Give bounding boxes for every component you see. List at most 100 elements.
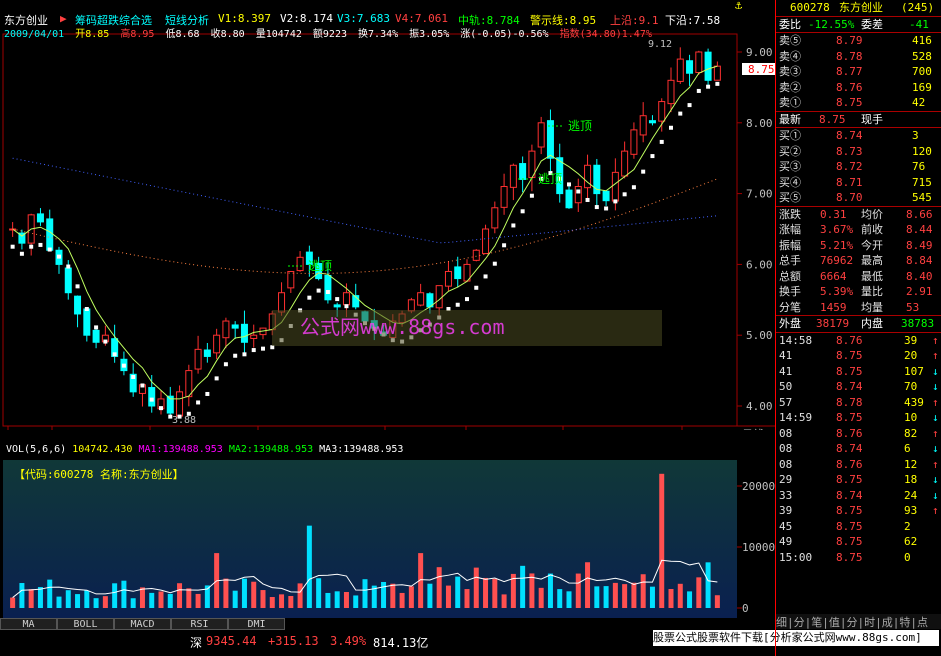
tab-rsi[interactable]: RSI xyxy=(171,618,228,630)
bar-low: 低8.68 xyxy=(165,29,200,40)
buy-row[interactable]: 买② 8.73 120 xyxy=(776,144,941,160)
volume-bar xyxy=(585,562,591,608)
candle-body xyxy=(454,266,462,280)
volume-bar xyxy=(84,590,90,608)
tick-list[interactable]: 14:58 8.76 39 ↑ 41 8.75 20 ↑ 41 8.75 107 ↓ 50 8.74 70 ↓… xyxy=(776,333,941,566)
price-axis-label: 5.00 xyxy=(746,329,773,342)
sell-price: 8.75 xyxy=(836,96,863,109)
volume-bar xyxy=(130,598,136,608)
support-dot xyxy=(650,154,655,159)
candle-body xyxy=(639,115,647,136)
stat-value-2: 8.40 xyxy=(906,269,933,283)
tick-row[interactable]: 14:59 8.75 10 ↓ xyxy=(776,410,941,426)
tick-row[interactable]: 08 8.76 82 ↑ xyxy=(776,426,941,442)
volume-bar xyxy=(353,595,359,608)
tick-row[interactable]: 45 8.75 2 xyxy=(776,519,941,535)
tick-row[interactable]: 14:58 8.76 39 ↑ xyxy=(776,333,941,349)
bar-index: 指数(34.80)1.47% xyxy=(559,29,652,40)
candle-body xyxy=(472,249,480,261)
volume-bar xyxy=(575,573,581,608)
kline-chart[interactable]: 9.00 8.00 7.00 6.00 5.00 4.00 8.75 公式网www.88gs.… xyxy=(0,0,775,430)
index-amount: 814.13亿 xyxy=(373,636,429,650)
sell-row[interactable]: 卖② 8.76 169 xyxy=(776,80,941,96)
support-dot xyxy=(131,374,136,379)
support-dot xyxy=(316,288,321,293)
tick-row[interactable]: 33 8.74 24 ↓ xyxy=(776,488,941,504)
tick-row[interactable]: 15:00 8.75 0 xyxy=(776,550,941,566)
stat-label-2: 最低 xyxy=(861,269,883,283)
tick-price: 8.75 xyxy=(836,411,863,424)
stat-row[interactable]: 总手 76962 最高 8.84 xyxy=(776,253,941,269)
stat-row[interactable]: 分笔 1459 均量 53 xyxy=(776,300,941,316)
buy-row[interactable]: 买③ 8.72 76 xyxy=(776,159,941,175)
buy-row[interactable]: 买④ 8.71 715 xyxy=(776,175,941,191)
volume-bar xyxy=(28,589,34,608)
time-axis-label: 04 xyxy=(684,428,698,430)
stat-row[interactable]: 振幅 5.21% 今开 8.49 xyxy=(776,238,941,254)
sell-row[interactable]: 卖① 8.75 42 xyxy=(776,95,941,111)
stat-row[interactable]: 涨跌 0.31 均价 8.66 xyxy=(776,207,941,223)
sell-vol: 416 xyxy=(912,34,932,47)
buy-label: 买③ xyxy=(779,160,801,173)
v3-value: V3:7.683 xyxy=(337,12,390,25)
tick-time: 50 xyxy=(779,380,793,393)
tick-row[interactable]: 41 8.75 107 ↓ xyxy=(776,364,941,380)
watermark-text: 公式网www.88gs.com xyxy=(300,315,505,339)
tick-time: 57 xyxy=(779,395,793,409)
support-dot xyxy=(567,182,571,187)
sell-price: 8.79 xyxy=(836,34,863,47)
tick-row[interactable]: 08 8.76 12 ↑ xyxy=(776,457,941,473)
stat-value-2: 8.84 xyxy=(906,254,933,267)
tick-row[interactable]: 39 8.75 93 ↑ xyxy=(776,503,941,519)
anchor-icon[interactable]: ⚓ xyxy=(735,0,742,12)
stat-row[interactable]: 换手 5.39% 量比 2.91 xyxy=(776,284,941,300)
buy-row[interactable]: 买⑤ 8.70 545 xyxy=(776,190,941,206)
index-change: +315.13 xyxy=(268,634,319,648)
tick-row[interactable]: 50 8.74 70 ↓ xyxy=(776,379,941,395)
support-dot xyxy=(492,261,497,266)
price-axis-label: 4.00 xyxy=(746,400,773,413)
tick-time: 49 xyxy=(779,535,793,548)
tick-row[interactable]: 29 8.75 18 ↓ xyxy=(776,472,941,488)
volume-bar xyxy=(167,593,173,608)
tick-footer[interactable]: 细|分|笔|值|分|时|成|特|点 xyxy=(776,614,941,629)
volume-bar xyxy=(37,587,43,608)
support-dot xyxy=(121,363,126,368)
tick-row[interactable]: 57 8.78 439 ↑ xyxy=(776,395,941,411)
tick-dir: ↓ xyxy=(932,380,939,393)
support-dot xyxy=(10,244,15,249)
volume-bar xyxy=(622,584,628,608)
candle-body xyxy=(630,129,638,155)
buy-label: 买⑤ xyxy=(779,191,801,204)
support-dot xyxy=(641,169,646,174)
candle-body xyxy=(417,292,425,306)
sell-label: 卖④ xyxy=(779,49,801,63)
volume-bar xyxy=(390,583,396,608)
stat-row[interactable]: 总额 6664 最低 8.40 xyxy=(776,269,941,285)
sell-row[interactable]: 卖⑤ 8.79 416 xyxy=(776,33,941,49)
candle-body xyxy=(203,349,211,357)
tick-row[interactable]: 08 8.74 6 ↓ xyxy=(776,441,941,457)
support-dot xyxy=(19,251,24,256)
tab-ma[interactable]: MA xyxy=(0,618,57,630)
tick-row[interactable]: 49 8.75 62 xyxy=(776,534,941,550)
buy-row[interactable]: 买① 8.74 3 xyxy=(776,128,941,144)
price-marker: 8.75 xyxy=(748,63,775,76)
tick-row[interactable]: 41 8.75 20 ↑ xyxy=(776,348,941,364)
vol-ma1: MA1:139488.953 xyxy=(138,444,223,455)
tab-dmi[interactable]: DMI xyxy=(228,618,285,630)
sell-row[interactable]: 卖④ 8.78 528 xyxy=(776,49,941,65)
index-pct: 3.49% xyxy=(330,634,367,648)
stat-row[interactable]: 涨幅 3.67% 前收 8.44 xyxy=(776,222,941,238)
support-dot xyxy=(47,247,52,252)
sell-row[interactable]: 卖③ 8.77 700 xyxy=(776,64,941,80)
tab-macd[interactable]: MACD xyxy=(114,618,171,630)
code-label: 【代码:600278 名称:东方创业】 xyxy=(14,468,184,481)
support-dot xyxy=(631,185,636,190)
volume-bar xyxy=(56,596,62,608)
tab-boll[interactable]: BOLL xyxy=(57,618,114,630)
stock-name-panel: 东方创业 xyxy=(839,1,883,14)
candle-body xyxy=(296,256,304,272)
candle-body xyxy=(148,387,156,407)
stat-label-2: 最高 xyxy=(861,254,883,267)
